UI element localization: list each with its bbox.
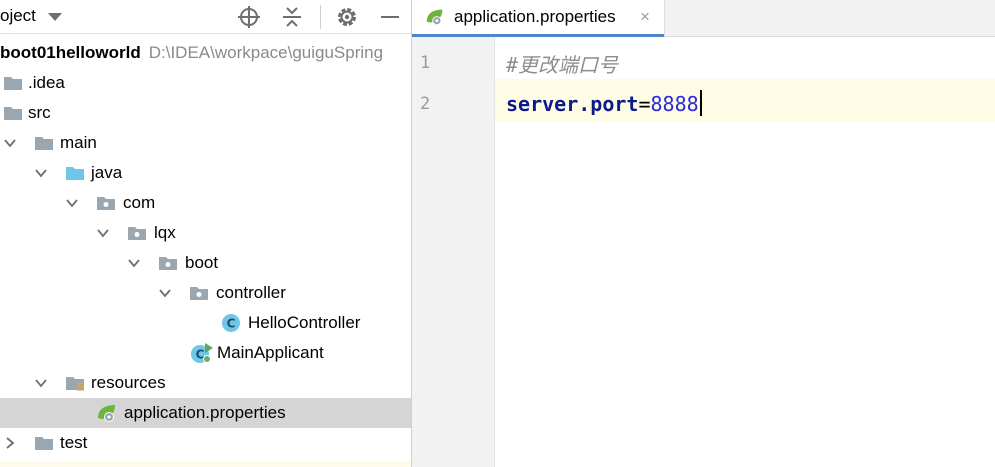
chevron-down-icon[interactable]: [3, 136, 17, 150]
tree-label: HelloController: [248, 313, 361, 332]
folder-icon: [35, 137, 53, 150]
tree-label: test: [60, 433, 88, 452]
resources-folder-icon: [66, 377, 84, 391]
project-toolbar: oject: [0, 0, 411, 34]
spring-properties-icon: [98, 405, 115, 422]
code-line-1[interactable]: #更改端口号: [506, 49, 618, 78]
code-line-2[interactable]: server.port=8888: [506, 90, 702, 116]
package-icon: [97, 197, 115, 210]
toolbar-divider: [320, 5, 321, 29]
tree-path: D:\IDEA\workpace\guiguSpring: [148, 43, 384, 62]
tree-row-application-properties[interactable]: application.properties: [0, 398, 411, 428]
tree-row-main[interactable]: main: [0, 128, 411, 158]
chevron-down-icon[interactable]: [48, 13, 62, 21]
tree-label: src: [28, 103, 51, 122]
gear-icon[interactable]: [335, 5, 359, 29]
package-icon: [128, 227, 146, 240]
project-panel-title[interactable]: oject: [0, 6, 36, 26]
tree-label: MainApplicant: [217, 343, 324, 362]
tree-label: application.properties: [124, 403, 286, 422]
tree-label: boot: [185, 253, 219, 272]
tab-application-properties[interactable]: application.properties ×: [412, 0, 665, 37]
locate-icon[interactable]: [237, 5, 261, 29]
package-icon: [190, 287, 208, 300]
folder-icon: [4, 77, 22, 90]
chevron-down-icon[interactable]: [127, 256, 141, 270]
chevron-down-icon[interactable]: [34, 166, 48, 180]
chevron-down-icon[interactable]: [158, 286, 172, 300]
tree-row-boot[interactable]: boot: [0, 248, 411, 278]
tree-row-lqx[interactable]: lqx: [0, 218, 411, 248]
code-comment: #更改端口号: [506, 53, 619, 77]
folder-icon: [35, 437, 53, 450]
property-key: server.port: [506, 92, 639, 116]
tree-label: lqx: [154, 223, 176, 242]
text-caret: [699, 90, 702, 116]
line-number-gutter: 1 2: [412, 37, 495, 467]
tree-label: controller: [216, 283, 286, 302]
chevron-down-icon[interactable]: [34, 376, 48, 390]
tree-row-controller[interactable]: controller: [0, 278, 411, 308]
equals-sign: =: [638, 92, 651, 116]
tree-row-idea[interactable]: .idea: [0, 68, 411, 98]
folder-icon: [4, 107, 22, 120]
tree-label: .idea: [28, 73, 65, 92]
chevron-right-icon[interactable]: [3, 436, 17, 450]
minimize-icon[interactable]: [378, 5, 402, 29]
spring-properties-icon: [426, 9, 443, 26]
collapse-all-icon[interactable]: [280, 5, 304, 29]
chevron-down-icon[interactable]: [65, 196, 79, 210]
tree-row-resources[interactable]: resources: [0, 368, 411, 398]
line-number: 1: [420, 53, 431, 73]
spring-boot-class-icon: C: [191, 343, 213, 363]
tree-label: main: [60, 133, 97, 152]
current-line-highlight: [412, 79, 995, 122]
tree-row-boot01helloworld[interactable]: boot01helloworld D:\IDEA\workpace\guiguSp…: [0, 38, 411, 68]
property-value: 8888: [650, 92, 699, 116]
chevron-down-icon[interactable]: [96, 226, 110, 240]
close-icon[interactable]: ×: [640, 7, 650, 27]
line-number: 2: [420, 94, 431, 114]
tree-label: java: [91, 163, 123, 182]
java-class-icon: C: [222, 314, 240, 332]
tree-row-hellocontroller[interactable]: C HelloController: [0, 308, 411, 338]
tab-label: application.properties: [454, 7, 616, 26]
editor-panel: application.properties × 1 2 #更改端口号 serv…: [412, 0, 995, 467]
package-icon: [159, 257, 177, 270]
panel-bottom-strip: [0, 461, 411, 467]
project-panel: oject boot01helloworld D:\IDEA\workpace\g…: [0, 0, 412, 467]
tree-row-java[interactable]: java: [0, 158, 411, 188]
tree-label: boot01helloworld: [0, 43, 141, 62]
editor-tab-bar: application.properties ×: [412, 0, 995, 37]
source-folder-icon: [66, 167, 84, 180]
svg-text:C: C: [227, 317, 236, 331]
tree-row-mainapplicant[interactable]: C MainApplicant: [0, 338, 411, 368]
tree-row-com[interactable]: com: [0, 188, 411, 218]
tree-row-test[interactable]: test: [0, 428, 411, 458]
tree-label: com: [123, 193, 156, 212]
tree-row-src[interactable]: src: [0, 98, 411, 128]
tree-label: resources: [91, 373, 166, 392]
